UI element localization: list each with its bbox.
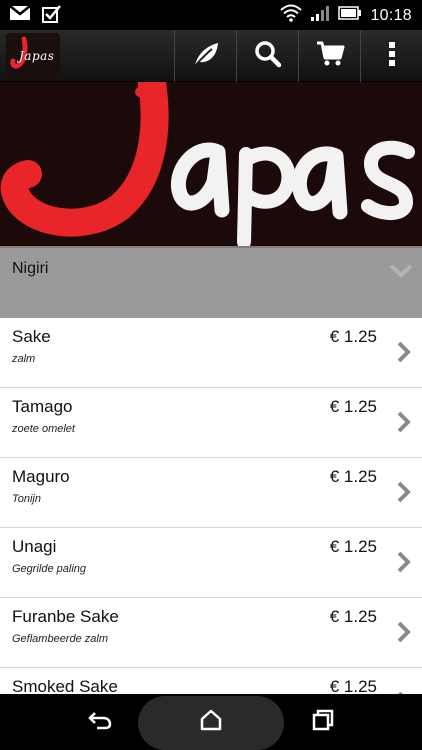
- cart-icon: [315, 40, 345, 73]
- search-button[interactable]: [236, 30, 298, 82]
- restaurant-banner: apas: [0, 82, 422, 246]
- battery-icon: [338, 6, 362, 25]
- chevron-right-icon[interactable]: [396, 620, 412, 649]
- app-logo[interactable]: Japas: [6, 33, 60, 79]
- item-name: Sake: [12, 327, 51, 346]
- cart-button[interactable]: [298, 30, 360, 82]
- menu-item[interactable]: Smoked Sake € 1.25: [0, 668, 422, 694]
- item-description: Gegrilde paling: [12, 563, 86, 575]
- banner-logo-artwork: [0, 82, 415, 246]
- overflow-menu-icon: [387, 41, 397, 72]
- chevron-right-icon[interactable]: [396, 550, 412, 579]
- item-name: Smoked Sake: [12, 677, 118, 694]
- item-name: Maguro: [12, 467, 70, 486]
- item-price: € 1.25: [329, 397, 377, 416]
- checkbox-icon: [42, 5, 62, 28]
- status-bar: 10:18: [0, 0, 422, 30]
- item-price: € 1.25: [329, 677, 377, 694]
- recent-apps-button[interactable]: [283, 694, 363, 750]
- category-title: Nigiri: [12, 260, 49, 277]
- search-icon: [254, 40, 282, 73]
- item-description: zalm: [12, 353, 36, 365]
- item-price: € 1.25: [329, 607, 377, 626]
- menu-item-list[interactable]: Sake zalm € 1.25 Tamago zoete omelet € 1…: [0, 318, 422, 694]
- home-icon: [200, 709, 222, 736]
- back-icon: [87, 710, 113, 735]
- item-name: Unagi: [12, 537, 57, 556]
- item-price: € 1.25: [329, 467, 377, 486]
- leaf-icon: [192, 41, 220, 72]
- chevron-right-icon[interactable]: [396, 480, 412, 509]
- item-description: Tonijn: [12, 493, 41, 505]
- item-price: € 1.25: [329, 327, 377, 346]
- menu-item[interactable]: Maguro Tonijn € 1.25: [0, 458, 422, 528]
- chevron-right-icon[interactable]: [396, 410, 412, 439]
- item-description: zoete omelet: [12, 423, 75, 435]
- leaf-button[interactable]: [174, 30, 236, 82]
- menu-item[interactable]: Tamago zoete omelet € 1.25: [0, 388, 422, 458]
- chevron-down-icon[interactable]: [388, 262, 414, 285]
- gmail-icon: [9, 5, 31, 28]
- menu-item[interactable]: Sake zalm € 1.25: [0, 318, 422, 388]
- wifi-icon: [280, 4, 303, 27]
- item-description: Geflambeerde zalm: [12, 633, 108, 645]
- signal-icon: [310, 4, 330, 27]
- logo-text: Japas: [19, 49, 55, 63]
- item-name: Tamago: [12, 397, 73, 416]
- item-name: Furanbe Sake: [12, 607, 119, 626]
- item-price: € 1.25: [329, 537, 377, 556]
- chevron-right-icon[interactable]: [396, 340, 412, 369]
- overflow-menu-button[interactable]: [360, 30, 422, 82]
- clock-time: 10:18: [370, 6, 412, 24]
- app-action-bar: Japas: [0, 30, 422, 82]
- recent-apps-icon: [312, 709, 334, 736]
- system-navigation-bar: [0, 694, 422, 750]
- menu-item[interactable]: Unagi Gegrilde paling € 1.25: [0, 528, 422, 598]
- menu-item[interactable]: Furanbe Sake Geflambeerde zalm € 1.25: [0, 598, 422, 668]
- back-button[interactable]: [60, 694, 140, 750]
- category-header[interactable]: Nigiri: [0, 246, 422, 318]
- home-button[interactable]: [170, 694, 252, 750]
